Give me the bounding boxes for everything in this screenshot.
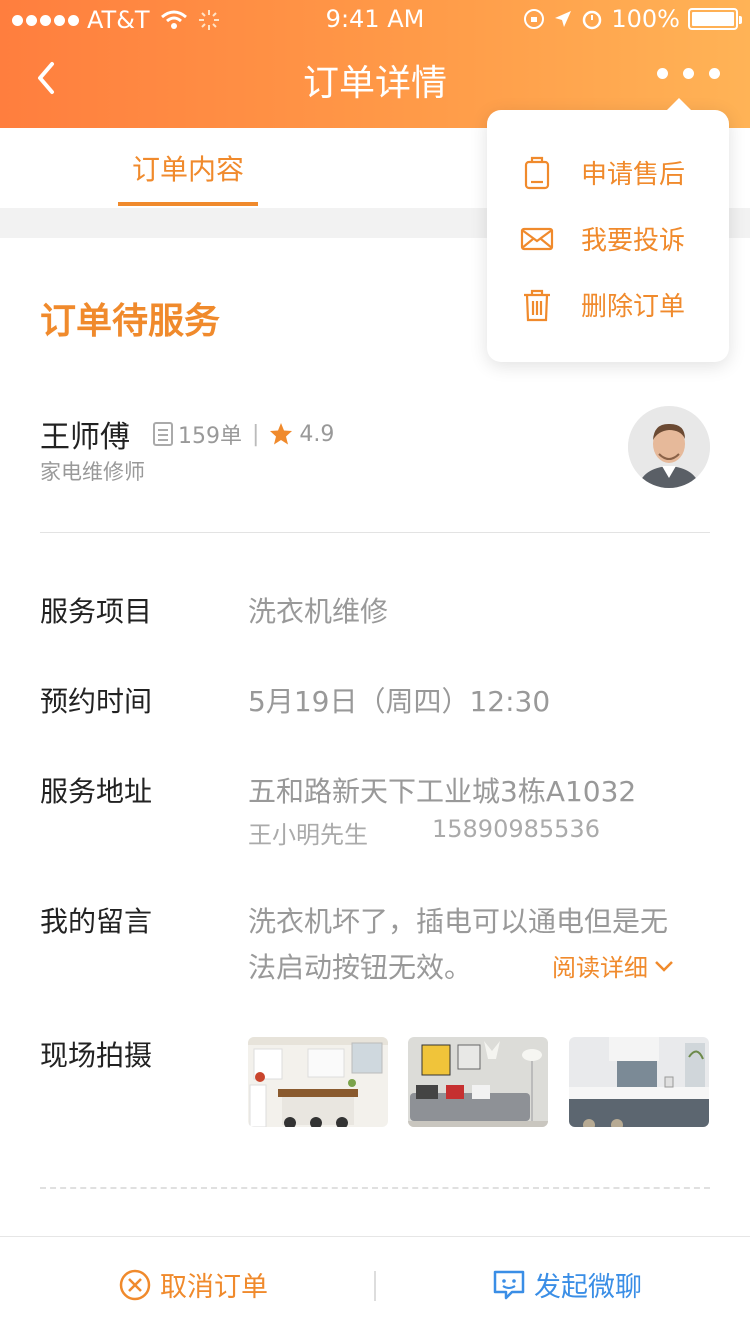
site-photo-2[interactable] (408, 1037, 548, 1127)
star-icon (270, 423, 293, 445)
worker-meta: 159单 | 4.9 (152, 418, 334, 450)
battery-icon (688, 8, 742, 30)
service-value: 洗衣机维修 (248, 595, 389, 628)
battery-percent: 100% (611, 5, 680, 33)
more-button[interactable] (657, 68, 720, 79)
message-label: 我的留言 (40, 905, 153, 938)
worker-order-count: 159单 (178, 424, 242, 449)
contact-phone[interactable]: 15890985536 (432, 815, 600, 843)
bottom-action-bar: 取消订单 发起微聊 (0, 1236, 750, 1334)
time-label: 预约时间 (40, 685, 153, 718)
order-status: 订单待服务 (40, 301, 221, 342)
status-bar: AT&T 9:41 AM 100% (0, 0, 750, 40)
worker-avatar[interactable] (628, 406, 710, 488)
chat-icon (493, 1270, 525, 1299)
header: AT&T 9:41 AM 100% 订单详情 (0, 0, 750, 128)
photos-label: 现场拍摄 (40, 1039, 153, 1072)
dashed-divider (40, 1187, 710, 1189)
service-label: 服务项目 (40, 595, 153, 628)
cancel-order-button[interactable]: 取消订单 (118, 1265, 268, 1304)
rotation-lock-icon (524, 9, 545, 29)
menu-item-complaint[interactable]: 我要投诉 (519, 220, 685, 257)
alarm-icon (583, 10, 602, 30)
address-label: 服务地址 (40, 775, 153, 808)
message-line-1: 洗衣机坏了，插电可以通电但是无 (248, 905, 669, 938)
bottom-separator (374, 1271, 376, 1301)
tab-order-content[interactable]: 订单内容 (118, 148, 258, 188)
divider (40, 532, 710, 533)
trash-icon (524, 289, 550, 321)
cancel-order-label: 取消订单 (160, 1272, 268, 1303)
start-chat-button[interactable]: 发起微聊 (492, 1265, 642, 1304)
worker-rating: 4.9 (299, 421, 335, 447)
cancel-icon (119, 1269, 151, 1300)
worker-role: 家电维修师 (40, 460, 145, 484)
location-icon (555, 11, 572, 27)
mail-icon (520, 227, 554, 250)
site-photo-3[interactable] (569, 1037, 709, 1127)
contact-name: 王小明先生 (248, 821, 368, 849)
more-menu-popup: 申请售后 我要投诉 删除订单 (487, 98, 729, 362)
site-photo-1[interactable] (248, 1037, 388, 1127)
read-more-link[interactable]: 阅读详细 (552, 948, 676, 983)
meta-separator: | (252, 421, 260, 447)
order-list-icon (153, 422, 173, 446)
message-line-2: 法启动按钮无效。 (248, 951, 473, 984)
menu-item-delete-order[interactable]: 删除订单 (519, 286, 685, 323)
start-chat-label: 发起微聊 (534, 1272, 642, 1303)
page-title: 订单详情 (302, 63, 447, 104)
menu-item-label: 我要投诉 (581, 226, 686, 256)
address-value: 五和路新天下工业城3栋A1032 (248, 775, 637, 808)
tab-indicator (118, 202, 258, 206)
clipboard-icon (524, 156, 550, 189)
menu-item-after-sales[interactable]: 申请售后 (519, 154, 685, 191)
read-more-label: 阅读详细 (552, 954, 648, 982)
menu-item-label: 删除订单 (581, 292, 686, 322)
menu-item-label: 申请售后 (581, 160, 686, 190)
time-value: 5月19日（周四）12:30 (248, 685, 551, 718)
chevron-down-icon (655, 960, 673, 972)
worker-name: 王师傅 (40, 420, 130, 455)
